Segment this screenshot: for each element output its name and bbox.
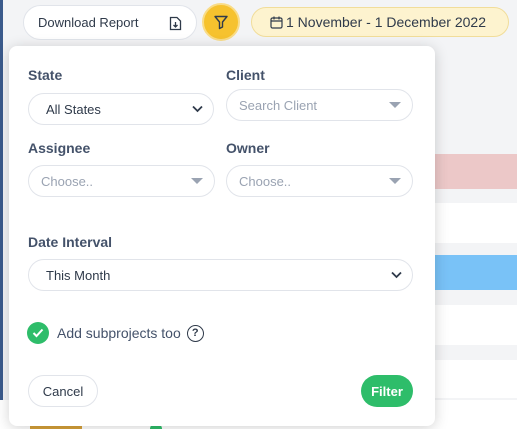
date-interval-label: Date Interval bbox=[28, 234, 113, 250]
calendar-icon bbox=[270, 16, 283, 29]
owner-placeholder: Choose.. bbox=[239, 173, 292, 189]
date-interval-select[interactable]: This Month bbox=[28, 259, 413, 291]
assignee-placeholder: Choose.. bbox=[41, 173, 94, 189]
subprojects-label: Add subprojects too bbox=[57, 325, 181, 341]
date-range-text: 1 November - 1 December 2022 bbox=[286, 14, 486, 30]
client-label: Client bbox=[226, 67, 265, 83]
caret-down-icon bbox=[389, 178, 401, 184]
assignee-select[interactable]: Choose.. bbox=[28, 165, 215, 197]
chevron-down-icon bbox=[391, 271, 402, 279]
client-search-placeholder: Search Client bbox=[239, 97, 318, 113]
state-select-value: All States bbox=[46, 101, 101, 117]
state-select[interactable]: All States bbox=[28, 93, 214, 125]
date-interval-value: This Month bbox=[46, 267, 111, 283]
caret-down-icon bbox=[191, 178, 203, 184]
download-report-button[interactable]: Download Report bbox=[23, 5, 197, 40]
date-range-chip[interactable]: 1 November - 1 December 2022 bbox=[251, 7, 509, 37]
cancel-button[interactable]: Cancel bbox=[28, 375, 98, 407]
filter-apply-button[interactable]: Filter bbox=[361, 375, 413, 407]
filter-icon bbox=[214, 15, 228, 30]
owner-select[interactable]: Choose.. bbox=[226, 165, 413, 197]
help-icon[interactable]: ? bbox=[186, 324, 204, 342]
filter-panel: State All States Client Search Client As… bbox=[9, 46, 435, 426]
assignee-label: Assignee bbox=[28, 140, 91, 156]
check-icon bbox=[32, 328, 44, 338]
subprojects-checkbox[interactable] bbox=[27, 322, 49, 344]
filter-toggle-button[interactable] bbox=[202, 3, 240, 41]
chevron-down-icon bbox=[192, 105, 203, 113]
caret-down-icon bbox=[389, 102, 401, 108]
subprojects-option: Add subprojects too ? bbox=[27, 322, 204, 344]
state-label: State bbox=[28, 67, 63, 83]
client-search-select[interactable]: Search Client bbox=[226, 89, 413, 121]
download-report-label: Download Report bbox=[38, 15, 139, 30]
file-download-icon bbox=[169, 16, 182, 31]
owner-label: Owner bbox=[226, 140, 270, 156]
page-left-edge bbox=[0, 0, 3, 429]
